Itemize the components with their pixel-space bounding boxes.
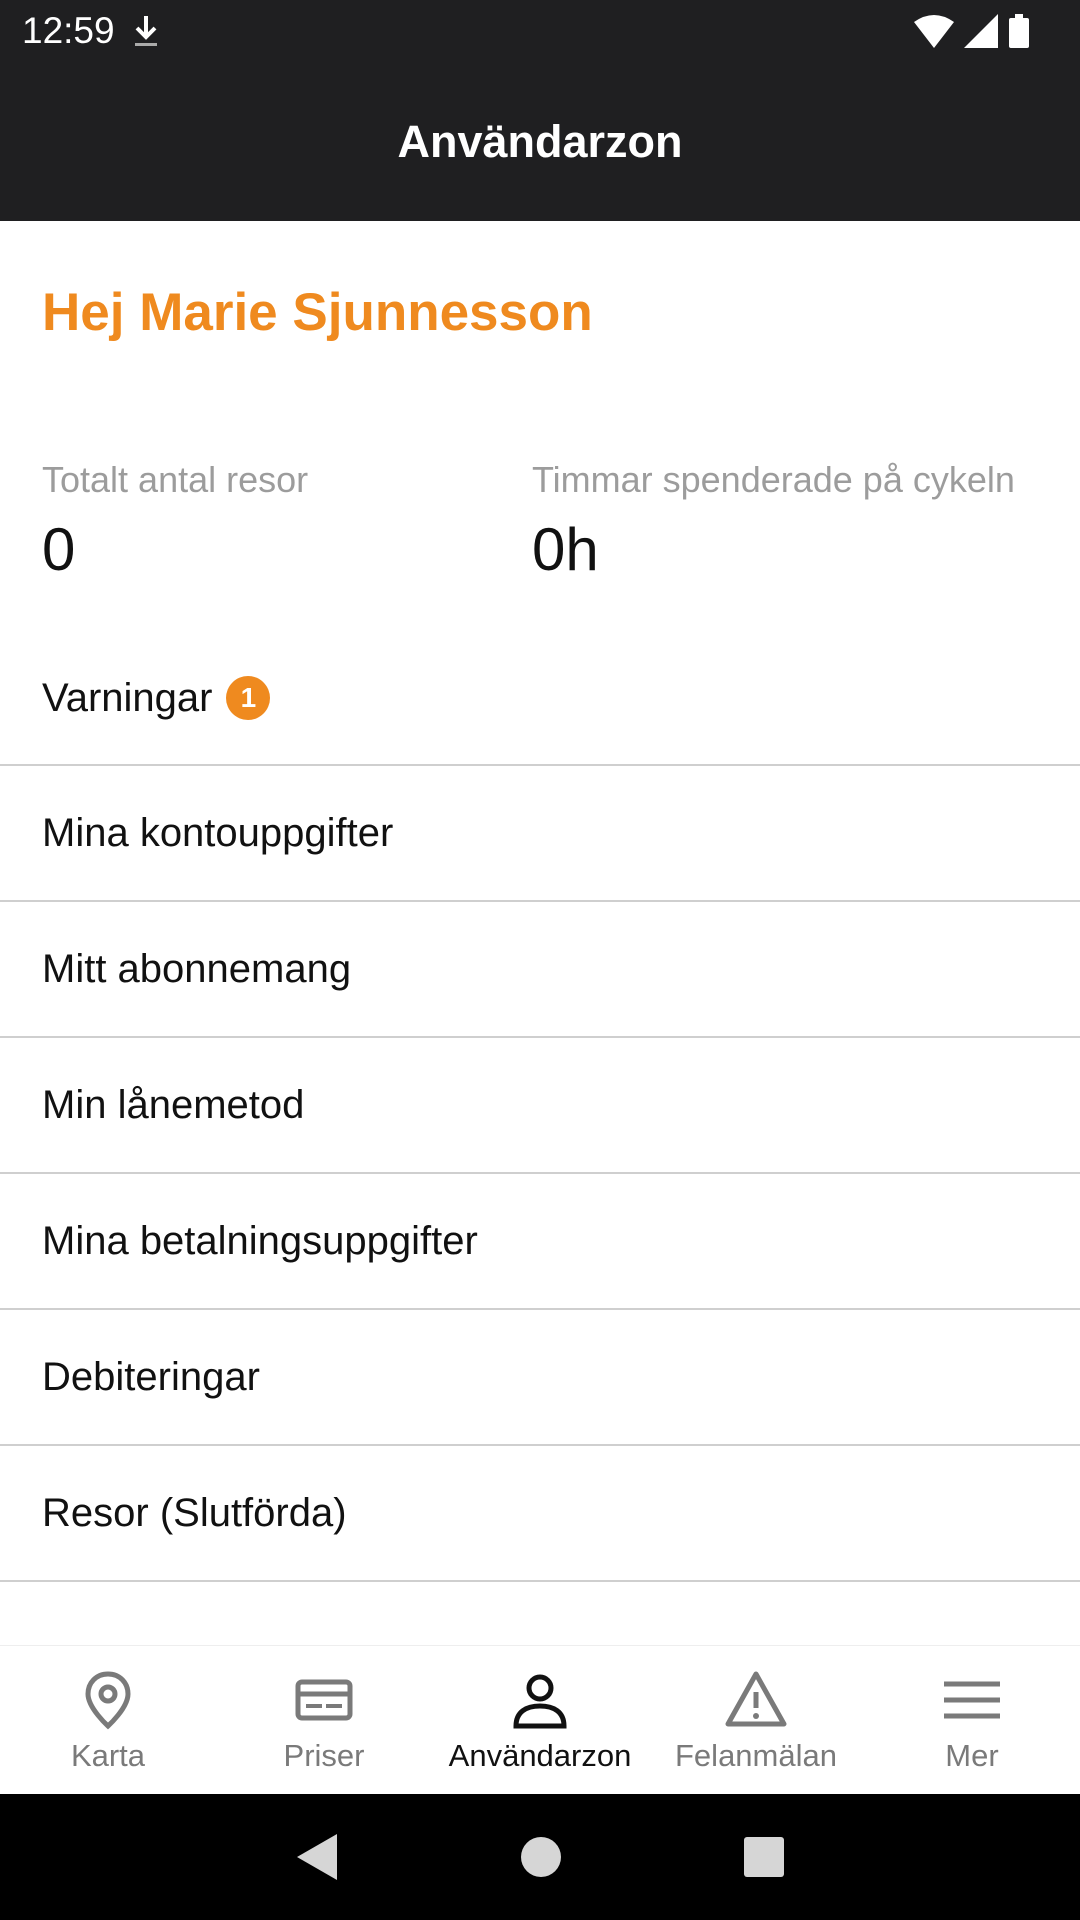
nav-anvandarzon[interactable]: Användarzon xyxy=(432,1646,648,1795)
menu-item-label: Mitt abonnemang xyxy=(42,946,352,991)
status-icons xyxy=(914,14,1030,48)
card-icon xyxy=(295,1679,353,1721)
home-icon[interactable] xyxy=(519,1835,563,1879)
menu-item-label: Mina kontouppgifter xyxy=(42,810,394,855)
location-pin-icon xyxy=(85,1671,131,1730)
nav-priser[interactable]: Priser xyxy=(216,1646,432,1795)
menu-item-label: Resor (Slutförda) xyxy=(42,1490,347,1535)
warning-icon xyxy=(725,1671,787,1727)
page-title: Användarzon xyxy=(397,115,683,167)
download-icon xyxy=(132,14,160,53)
nav-label: Användarzon xyxy=(448,1738,632,1773)
nav-felanmalan[interactable]: Felanmälan xyxy=(648,1646,864,1795)
bottom-navigation: Karta Priser Användarzon Felanmälan Mer xyxy=(0,1645,1080,1795)
warning-count-badge: 1 xyxy=(226,676,271,720)
cellular-icon xyxy=(964,14,998,48)
menu-item-abonnemang[interactable]: Mitt abonnemang xyxy=(0,902,1080,1038)
menu-item-lanemetod[interactable]: Min lånemetod xyxy=(0,1038,1080,1174)
nav-karta[interactable]: Karta xyxy=(0,1646,216,1795)
trips-label: Totalt antal resor xyxy=(42,459,309,500)
menu-item-resor[interactable]: Resor (Slutförda) xyxy=(0,1446,1080,1582)
nav-label: Karta xyxy=(70,1738,146,1773)
wifi-icon xyxy=(914,15,954,48)
nav-label: Felanmälan xyxy=(675,1738,837,1773)
app-bar: Användarzon xyxy=(0,62,1080,221)
system-navigation-bar xyxy=(0,1794,1080,1920)
trips-value: 0 xyxy=(42,516,76,583)
menu-item-label: Mina betalningsuppgifter xyxy=(42,1218,478,1263)
menu-list: Varningar 1 Mina kontouppgifter Mitt abo… xyxy=(0,632,1080,1582)
menu-icon xyxy=(944,1681,1000,1719)
menu-item-label: Varningar xyxy=(42,675,213,720)
menu-item-kontouppgifter[interactable]: Mina kontouppgifter xyxy=(0,766,1080,902)
recents-icon[interactable] xyxy=(743,1836,785,1878)
menu-item-label: Min lånemetod xyxy=(42,1082,305,1127)
nav-label: Priser xyxy=(283,1738,365,1773)
status-time: 12:59 xyxy=(22,10,115,51)
nav-label: Mer xyxy=(945,1738,999,1773)
menu-item-debiteringar[interactable]: Debiteringar xyxy=(0,1310,1080,1446)
hours-value: 0h xyxy=(532,516,599,583)
nav-mer[interactable]: Mer xyxy=(864,1646,1080,1795)
person-icon xyxy=(513,1674,567,1729)
back-icon[interactable] xyxy=(295,1832,339,1882)
hours-label: Timmar spenderade på cykeln xyxy=(532,459,1015,500)
greeting-text: Hej Marie Sjunnesson xyxy=(42,283,593,342)
status-bar: 12:59 xyxy=(0,0,1080,62)
menu-item-varningar[interactable]: Varningar 1 xyxy=(0,632,1080,766)
menu-item-betalningsuppgifter[interactable]: Mina betalningsuppgifter xyxy=(0,1174,1080,1310)
menu-item-label: Debiteringar xyxy=(42,1354,260,1399)
battery-icon xyxy=(1009,14,1029,48)
